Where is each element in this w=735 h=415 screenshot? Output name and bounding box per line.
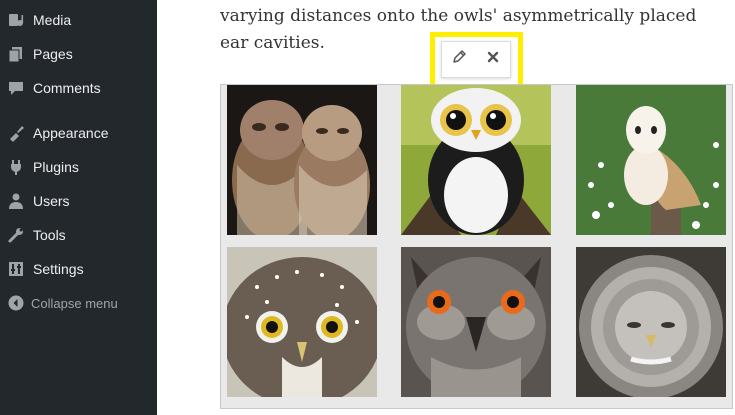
sidebar-item-label: Settings [33, 261, 84, 277]
sidebar-item-tools[interactable]: Tools [0, 220, 157, 250]
collapse-menu-label: Collapse menu [31, 295, 118, 311]
sidebar-item-label: Plugins [33, 159, 79, 175]
comments-icon [7, 79, 25, 97]
collapse-icon [7, 294, 25, 312]
admin-sidebar: Media Pages Comments Appearance Plugins … [0, 0, 157, 415]
users-icon [7, 192, 25, 210]
sidebar-item-plugins[interactable]: Plugins [0, 152, 157, 182]
collapse-menu-button[interactable]: Collapse menu [0, 288, 157, 318]
appearance-icon [7, 124, 25, 142]
gallery-image-barn-owl[interactable] [576, 85, 726, 235]
image-gallery[interactable] [220, 84, 733, 409]
sidebar-item-appearance[interactable]: Appearance [0, 118, 157, 148]
pages-icon [7, 45, 25, 63]
media-icon [7, 11, 25, 29]
sidebar-item-comments[interactable]: Comments [0, 73, 157, 103]
gallery-image-eagle-owl[interactable] [401, 247, 551, 397]
gallery-image-tawny-owls[interactable] [227, 85, 377, 235]
sidebar-item-media[interactable]: Media [0, 5, 157, 35]
remove-gallery-button[interactable] [476, 42, 510, 77]
sidebar-item-pages[interactable]: Pages [0, 39, 157, 69]
plugins-icon [7, 158, 25, 176]
sidebar-item-settings[interactable]: Settings [0, 254, 157, 284]
sidebar-item-users[interactable]: Users [0, 186, 157, 216]
edit-gallery-button[interactable] [442, 42, 476, 77]
gallery-image-pygmy-owl[interactable] [227, 247, 377, 397]
tools-icon [7, 226, 25, 244]
sidebar-item-label: Media [33, 12, 72, 28]
pencil-icon [451, 49, 467, 70]
settings-icon [7, 260, 25, 278]
sidebar-item-label: Tools [33, 227, 66, 243]
sidebar-item-label: Pages [33, 46, 73, 62]
close-icon [486, 50, 500, 69]
sidebar-item-label: Users [33, 193, 70, 209]
sidebar-item-label: Comments [33, 80, 101, 96]
gallery-image-great-grey-owl[interactable] [576, 247, 726, 397]
gallery-image-plush-owl[interactable] [401, 85, 551, 235]
gallery-toolbar [441, 41, 511, 78]
sidebar-item-label: Appearance [33, 125, 109, 141]
